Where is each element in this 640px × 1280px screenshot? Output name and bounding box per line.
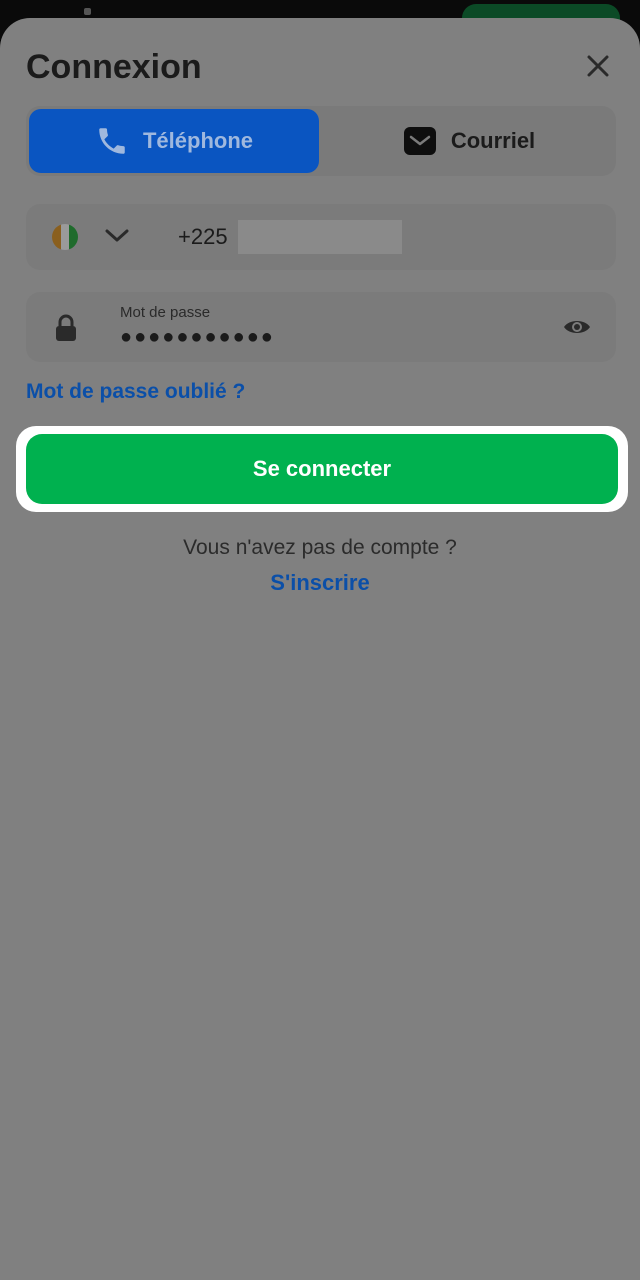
signup-link[interactable]: S'inscrire xyxy=(0,570,640,596)
password-input[interactable]: ●●●●●●●●●●● xyxy=(120,326,275,349)
tab-email[interactable]: Courriel xyxy=(326,109,612,173)
login-button[interactable]: Se connecter xyxy=(26,434,618,504)
flag-icon[interactable] xyxy=(52,224,78,250)
dial-code: +225 xyxy=(178,224,228,249)
tab-phone[interactable]: Téléphone xyxy=(29,109,319,173)
no-account-text: Vous n'avez pas de compte ? xyxy=(183,536,457,559)
login-method-tabs: Téléphone Courriel xyxy=(26,106,616,176)
eye-icon[interactable] xyxy=(562,316,592,338)
tab-email-label: Courriel xyxy=(450,128,536,153)
login-sheet: Connexion Téléphone Courriel +225 Mot de… xyxy=(0,18,640,1280)
forgot-password-link[interactable]: Mot de passe oublié ? xyxy=(26,380,245,404)
login-button-highlight: Se connecter xyxy=(16,426,628,512)
lock-icon xyxy=(56,314,76,341)
tab-phone-label: Téléphone xyxy=(142,128,253,153)
close-icon xyxy=(587,55,609,77)
phone-number-input[interactable] xyxy=(238,220,402,254)
page-title: Connexion xyxy=(26,48,202,86)
phone-icon xyxy=(99,128,125,154)
envelope-icon xyxy=(403,127,436,155)
status-dot xyxy=(84,8,91,15)
close-button[interactable] xyxy=(582,50,614,82)
phone-field: +225 xyxy=(26,204,616,270)
password-field[interactable]: Mot de passe ●●●●●●●●●●● xyxy=(26,292,616,362)
password-label: Mot de passe xyxy=(120,304,211,321)
chevron-down-icon[interactable] xyxy=(104,226,130,246)
